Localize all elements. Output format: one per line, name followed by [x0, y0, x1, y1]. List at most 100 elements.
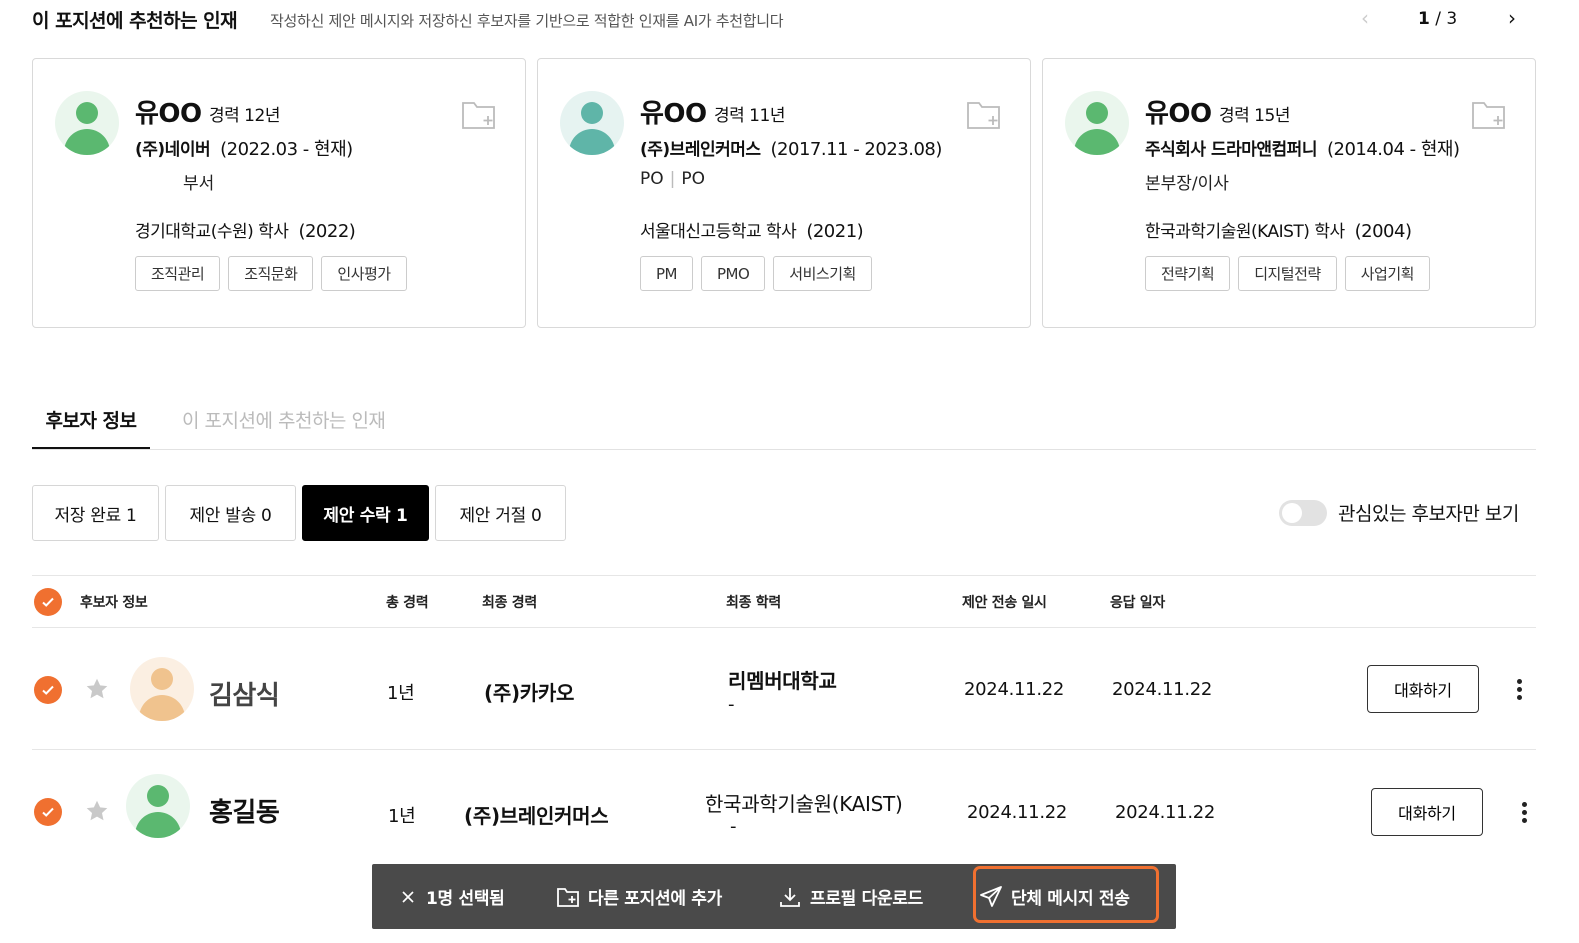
card-edu-year: (2021) [806, 221, 864, 242]
tag: 인사평가 [321, 256, 407, 291]
card-dept: 본부장/이사 [1145, 174, 1229, 194]
card-edu-year: (2004) [1354, 221, 1412, 242]
card-dept: 부서 [183, 174, 215, 194]
filter-sent[interactable]: 제안 발송 0 [165, 485, 296, 541]
card-name: 유OO [640, 99, 707, 129]
header-last-career: 최종 경력 [482, 595, 537, 611]
cell-reply-date: 2024.11.22 [1112, 679, 1213, 700]
recommend-card[interactable]: 유OO 경력 12년 (주)네이버 (2022.03 - 현재) 부서 경기대학교… [32, 58, 526, 328]
tab-recommended[interactable]: 이 포지션에 추천하는 인재 [182, 406, 386, 450]
pager-next-button[interactable]: › [1502, 6, 1522, 32]
tag: 사업기획 [1344, 256, 1430, 291]
filter-saved[interactable]: 저장 완료 1 [32, 485, 159, 541]
avatar [126, 774, 190, 838]
tag: 디지털전략 [1238, 256, 1337, 291]
cell-total-exp: 1년 [387, 683, 415, 704]
recommend-card[interactable]: 유OO 경력 11년 (주)브레인커머스 (2017.11 - 2023.08) … [537, 58, 1031, 328]
add-to-position-label: 다른 포지션에 추가 [588, 889, 722, 909]
cell-last-career: (주)브레인커머스 [464, 804, 609, 828]
table-top-divider [32, 575, 1536, 576]
card-tags: 조직관리 조직문화 인사평가 [135, 256, 407, 291]
check-icon [42, 685, 54, 695]
card-name: 유OO [1145, 99, 1212, 129]
chat-button[interactable]: 대화하기 [1371, 788, 1483, 836]
pager-prev-button[interactable]: ‹ [1355, 6, 1375, 32]
card-experience: 경력 11년 [714, 106, 785, 126]
tag: 서비스기획 [773, 256, 872, 291]
cell-last-career: (주)카카오 [484, 681, 575, 705]
card-experience: 경력 15년 [1219, 106, 1290, 126]
cell-edu-sub: - [728, 694, 735, 715]
recommend-subtitle: 작성하신 제안 메시지와 저장하신 후보자를 기반으로 적합한 인재를 AI가 … [270, 12, 784, 30]
header-last-edu: 최종 학력 [726, 595, 781, 611]
cell-total-exp: 1년 [388, 806, 416, 827]
highlight-outline [973, 866, 1159, 923]
tab-candidate-info[interactable]: 후보자 정보 [32, 406, 150, 450]
star-icon[interactable] [84, 798, 110, 824]
pager-total: / 3 [1429, 9, 1458, 29]
select-all-checkbox[interactable] [34, 588, 62, 616]
pager-indicator: 1 / 3 [1418, 9, 1457, 29]
card-education: 서울대신고등학교 학사 (2021) [640, 221, 864, 242]
tag: PMO [701, 256, 766, 291]
card-period: (2017.11 - 2023.08) [770, 139, 943, 160]
folder-add-icon[interactable] [1471, 99, 1507, 131]
card-dept: PO | PO [640, 169, 706, 189]
card-education: 한국과학기술원(KAIST) 학사 (2004) [1145, 221, 1412, 242]
check-icon [42, 597, 54, 607]
folder-add-icon[interactable] [461, 99, 497, 131]
cell-sent-date: 2024.11.22 [964, 679, 1065, 700]
recommend-card[interactable]: 유OO 경력 15년 주식회사 드라마앤컴퍼니 (2014.04 - 현재) 본부… [1042, 58, 1536, 328]
tag: PM [640, 256, 693, 291]
card-company: (주)네이버 (2022.03 - 현재) [135, 139, 353, 160]
cell-edu-sub: - [730, 816, 737, 837]
selected-count: 1명 선택됨 [426, 889, 505, 909]
tab-divider [32, 449, 1536, 450]
pager-current: 1 [1418, 9, 1430, 29]
clear-selection-button[interactable]: 1명 선택됨 [398, 864, 505, 929]
avatar [55, 91, 119, 155]
row-checkbox[interactable] [34, 798, 62, 826]
card-tags: PM PMO 서비스기획 [640, 256, 872, 291]
row-checkbox[interactable] [34, 676, 62, 704]
interest-toggle[interactable] [1279, 500, 1327, 526]
recommend-title: 이 포지션에 추천하는 인재 [32, 10, 238, 32]
download-profile-button[interactable]: 프로필 다운로드 [778, 864, 923, 929]
close-icon [402, 890, 414, 903]
avatar [130, 657, 194, 721]
table-header-divider [32, 627, 1536, 628]
folder-add-icon[interactable] [966, 99, 1002, 131]
card-experience: 경력 12년 [209, 106, 280, 126]
candidate-name[interactable]: 김삼식 [209, 675, 280, 712]
interest-toggle-label: 관심있는 후보자만 보기 [1338, 503, 1519, 525]
more-options-icon[interactable] [1518, 799, 1530, 827]
chat-button[interactable]: 대화하기 [1367, 665, 1479, 713]
download-icon [780, 887, 800, 907]
header-candidate: 후보자 정보 [80, 595, 148, 611]
tag: 조직문화 [228, 256, 314, 291]
add-to-position-button[interactable]: 다른 포지션에 추가 [556, 864, 722, 929]
row-divider [32, 749, 1536, 750]
card-edu-year: (2022) [298, 221, 356, 242]
cell-sent-date: 2024.11.22 [967, 802, 1068, 823]
more-options-icon[interactable] [1513, 676, 1525, 704]
cell-reply-date: 2024.11.22 [1115, 802, 1216, 823]
avatar [560, 91, 624, 155]
header-total-exp: 총 경력 [386, 595, 429, 611]
selection-action-bar: 1명 선택됨 다른 포지션에 추가 프로필 다운로드 단체 메시지 전송 [372, 864, 1176, 929]
filter-accepted[interactable]: 제안 수락 1 [302, 485, 429, 541]
cell-last-edu: 한국과학기술원(KAIST) [705, 792, 903, 816]
tag: 조직관리 [135, 256, 221, 291]
folder-add-icon [557, 887, 579, 907]
candidate-name[interactable]: 홍길동 [209, 792, 280, 829]
card-period: (2014.04 - 현재) [1326, 139, 1460, 160]
card-company: (주)브레인커머스 (2017.11 - 2023.08) [640, 139, 943, 160]
filter-rejected[interactable]: 제안 거절 0 [435, 485, 566, 541]
header-sent-date: 제안 전송 일시 [962, 595, 1047, 611]
tag: 전략기획 [1145, 256, 1231, 291]
download-profile-label: 프로필 다운로드 [810, 889, 923, 909]
card-tags: 전략기획 디지털전략 사업기획 [1145, 256, 1430, 291]
star-icon[interactable] [84, 676, 110, 702]
card-company: 주식회사 드라마앤컴퍼니 (2014.04 - 현재) [1145, 139, 1460, 160]
cell-last-edu: 리멤버대학교 [728, 669, 837, 693]
